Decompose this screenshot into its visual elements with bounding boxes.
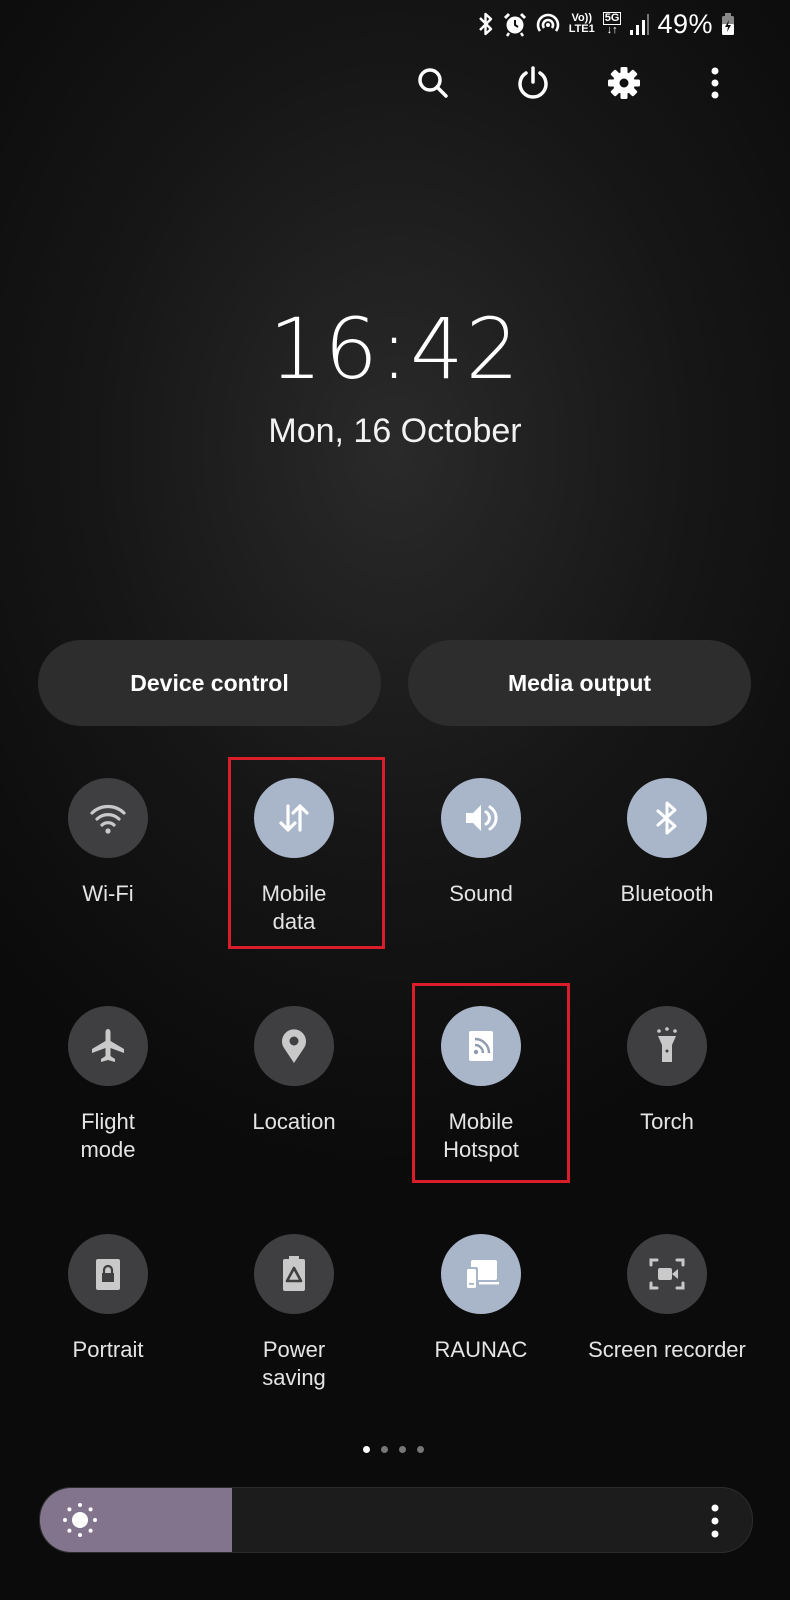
highlight-box-mobile-hotspot bbox=[412, 983, 570, 1183]
bluetooth-toggle[interactable] bbox=[627, 778, 707, 858]
page-dot[interactable] bbox=[381, 1446, 388, 1453]
search-button[interactable] bbox=[408, 58, 458, 108]
tile-wi-fi[interactable]: Wi-Fi bbox=[13, 778, 203, 908]
search-icon bbox=[418, 68, 448, 98]
alarm-icon bbox=[503, 11, 527, 37]
devices-icon bbox=[459, 1252, 503, 1296]
media-output-button[interactable]: Media output bbox=[408, 640, 751, 726]
tile-torch[interactable]: Torch bbox=[572, 1006, 762, 1136]
tile-label: Sound bbox=[449, 881, 513, 906]
battery-charging-icon bbox=[721, 12, 735, 36]
brightness-more-icon[interactable] bbox=[708, 1502, 722, 1540]
tile-label: Screen recorder bbox=[588, 1337, 746, 1362]
clock-date[interactable]: Mon, 16 October bbox=[0, 412, 790, 451]
sun-icon bbox=[63, 1503, 97, 1537]
sound-toggle[interactable] bbox=[441, 778, 521, 858]
battery-percent: 49% bbox=[657, 8, 713, 39]
power-icon bbox=[518, 66, 548, 99]
clock-time[interactable]: 16:42 bbox=[0, 300, 790, 398]
tile-label: RAUNAC bbox=[434, 1337, 528, 1362]
portrait-toggle[interactable] bbox=[68, 1234, 148, 1314]
more-options-button[interactable] bbox=[690, 58, 740, 108]
tile-label: Wi-Fi bbox=[82, 881, 134, 906]
tile-label: Power saving bbox=[262, 1337, 326, 1390]
settings-button[interactable] bbox=[599, 58, 649, 108]
portrait-lock-icon bbox=[88, 1254, 128, 1294]
airplane-icon bbox=[86, 1024, 130, 1068]
raunac-toggle[interactable] bbox=[441, 1234, 521, 1314]
brightness-slider[interactable] bbox=[39, 1487, 753, 1553]
tile-label: Torch bbox=[640, 1109, 694, 1134]
highlight-box-mobile-data bbox=[228, 757, 385, 949]
tile-bluetooth[interactable]: Bluetooth bbox=[572, 778, 762, 908]
tile-label: Bluetooth bbox=[620, 881, 714, 906]
status-bar: Vo)) LTE1 5G ↓↑ 49% bbox=[477, 6, 735, 42]
tile-power-saving[interactable]: Power saving bbox=[199, 1234, 389, 1392]
location-icon bbox=[274, 1026, 314, 1066]
tile-label: Portrait bbox=[72, 1337, 144, 1362]
power-saving-toggle[interactable] bbox=[254, 1234, 334, 1314]
bluetooth-icon bbox=[647, 798, 687, 838]
torch-toggle[interactable] bbox=[627, 1006, 707, 1086]
hotspot-icon bbox=[535, 11, 561, 37]
quick-panel-toolbar bbox=[0, 58, 790, 108]
power-saving-icon bbox=[274, 1254, 314, 1294]
torch-icon bbox=[647, 1026, 687, 1066]
gear-icon bbox=[608, 67, 640, 99]
data-arrows: ↓↑ bbox=[606, 24, 618, 36]
more-vertical-icon bbox=[711, 67, 719, 99]
location-toggle[interactable] bbox=[254, 1006, 334, 1086]
tile-raunac[interactable]: RAUNAC bbox=[386, 1234, 576, 1364]
sound-icon bbox=[461, 798, 501, 838]
screen-recorder-toggle[interactable] bbox=[627, 1234, 707, 1314]
power-button[interactable] bbox=[508, 58, 558, 108]
device-control-button[interactable]: Device control bbox=[38, 640, 381, 726]
tile-label: Flight mode bbox=[80, 1109, 136, 1162]
page-indicator bbox=[363, 1446, 424, 1453]
signal-icon bbox=[629, 12, 650, 36]
5g-data-icon: 5G ↓↑ bbox=[602, 12, 622, 36]
screen-recorder-icon bbox=[645, 1252, 689, 1296]
tile-screen-recorder[interactable]: Screen recorder bbox=[572, 1234, 762, 1364]
wifi-icon bbox=[88, 798, 128, 838]
page-dot[interactable] bbox=[417, 1446, 424, 1453]
wi-fi-toggle[interactable] bbox=[68, 778, 148, 858]
tile-sound[interactable]: Sound bbox=[386, 778, 576, 908]
page-dot[interactable] bbox=[399, 1446, 406, 1453]
lte-label: LTE1 bbox=[568, 23, 595, 35]
tile-flight-mode[interactable]: Flight mode bbox=[13, 1006, 203, 1164]
tile-portrait[interactable]: Portrait bbox=[13, 1234, 203, 1364]
volte-lte1-icon: Vo)) LTE1 bbox=[569, 13, 595, 35]
flight-mode-toggle[interactable] bbox=[68, 1006, 148, 1086]
tile-label: Location bbox=[252, 1109, 336, 1134]
tile-location[interactable]: Location bbox=[199, 1006, 389, 1136]
page-dot[interactable] bbox=[363, 1446, 370, 1453]
bluetooth-icon bbox=[477, 11, 495, 37]
